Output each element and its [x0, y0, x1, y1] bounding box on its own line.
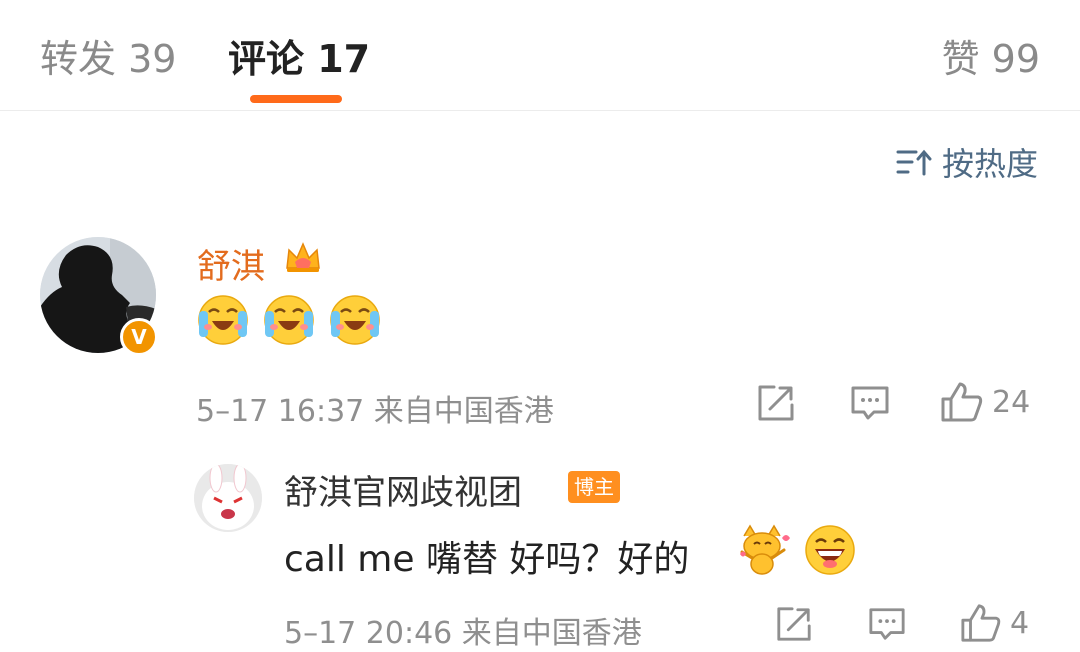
- reply-share-button[interactable]: [775, 605, 813, 643]
- comment-icon: [869, 608, 905, 640]
- comment-author-name[interactable]: 舒淇: [197, 239, 265, 288]
- sort-button[interactable]: 按热度: [896, 139, 1038, 185]
- author-badge: 博主: [568, 471, 620, 503]
- reply-button[interactable]: [850, 383, 890, 423]
- laugh-cry-emoji: [198, 295, 248, 345]
- thumbs-up-icon: [941, 382, 983, 422]
- reply-meta: 5–17 20:46 来自中国香港: [284, 616, 642, 651]
- comment-meta: 5–17 16:37 来自中国香港: [196, 394, 554, 429]
- reply-author-name[interactable]: 舒淇官网歧视团: [284, 465, 522, 514]
- like-button[interactable]: 24: [940, 380, 1030, 424]
- comment-tabs: 转发 39 评论 17 赞 99: [0, 0, 1080, 111]
- reply-avatar[interactable]: [194, 464, 262, 532]
- verified-badge: V: [120, 318, 158, 356]
- reply-like-button[interactable]: 4: [960, 602, 1029, 644]
- crown-icon: [283, 240, 323, 278]
- tab-likes[interactable]: 赞 99: [942, 28, 1040, 83]
- dancing-cat-emoji: [740, 524, 790, 575]
- laugh-cry-emoji: [330, 295, 380, 345]
- sort-label: 按热度: [941, 145, 1038, 183]
- laugh-cry-emoji: [264, 295, 314, 345]
- active-tab-indicator: [250, 95, 342, 103]
- tab-repost[interactable]: 转发 39: [40, 28, 176, 83]
- sort-icon: [896, 147, 932, 177]
- comment-content: [196, 293, 382, 347]
- tab-comments[interactable]: 评论 17: [228, 28, 370, 83]
- laughing-emoji: [805, 525, 855, 575]
- like-count: 24: [992, 384, 1031, 420]
- reply-like-count: 4: [1010, 605, 1030, 641]
- share-icon: [758, 385, 794, 421]
- thumbs-up-icon: [961, 604, 1001, 642]
- share-icon: [777, 607, 811, 641]
- share-button[interactable]: [756, 383, 796, 423]
- comment-icon: [851, 386, 889, 420]
- reply-comment-button[interactable]: [868, 605, 906, 643]
- reply-text: call me 嘴替 好吗？好的: [284, 539, 690, 580]
- reply-emojis: [738, 524, 856, 576]
